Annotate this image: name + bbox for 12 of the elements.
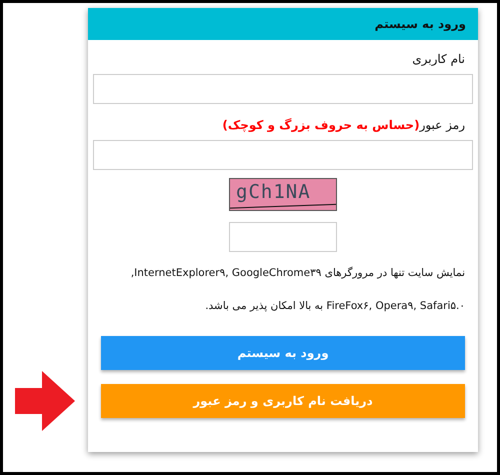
browser-notice: FireFox۶, Opera۹, Safari۵.۰ به بالا امکان پذیر می باشد. <box>204 299 466 314</box>
panel-title: ورود به سیستم <box>374 17 466 31</box>
submit-button[interactable]: دریافت نام کاربری و رمز عبور <box>101 384 465 418</box>
browser-notice: نمایش سایت تنها در مرورگرهای InternetExplorer۹, GoogleChrome۳۹, <box>130 266 466 281</box>
username-label: نام کاربری <box>411 52 466 66</box>
username-field[interactable] <box>93 74 473 104</box>
captcha-image: gCh1NA <box>229 178 337 211</box>
password-note: (حساس به حروف بزرگ و کوچک) <box>222 118 420 132</box>
captcha-field[interactable] <box>229 222 337 252</box>
password-label: رمز عبور <box>420 118 465 132</box>
password-field[interactable] <box>93 140 473 170</box>
submit-button[interactable]: ورود به سیستم <box>101 336 465 370</box>
